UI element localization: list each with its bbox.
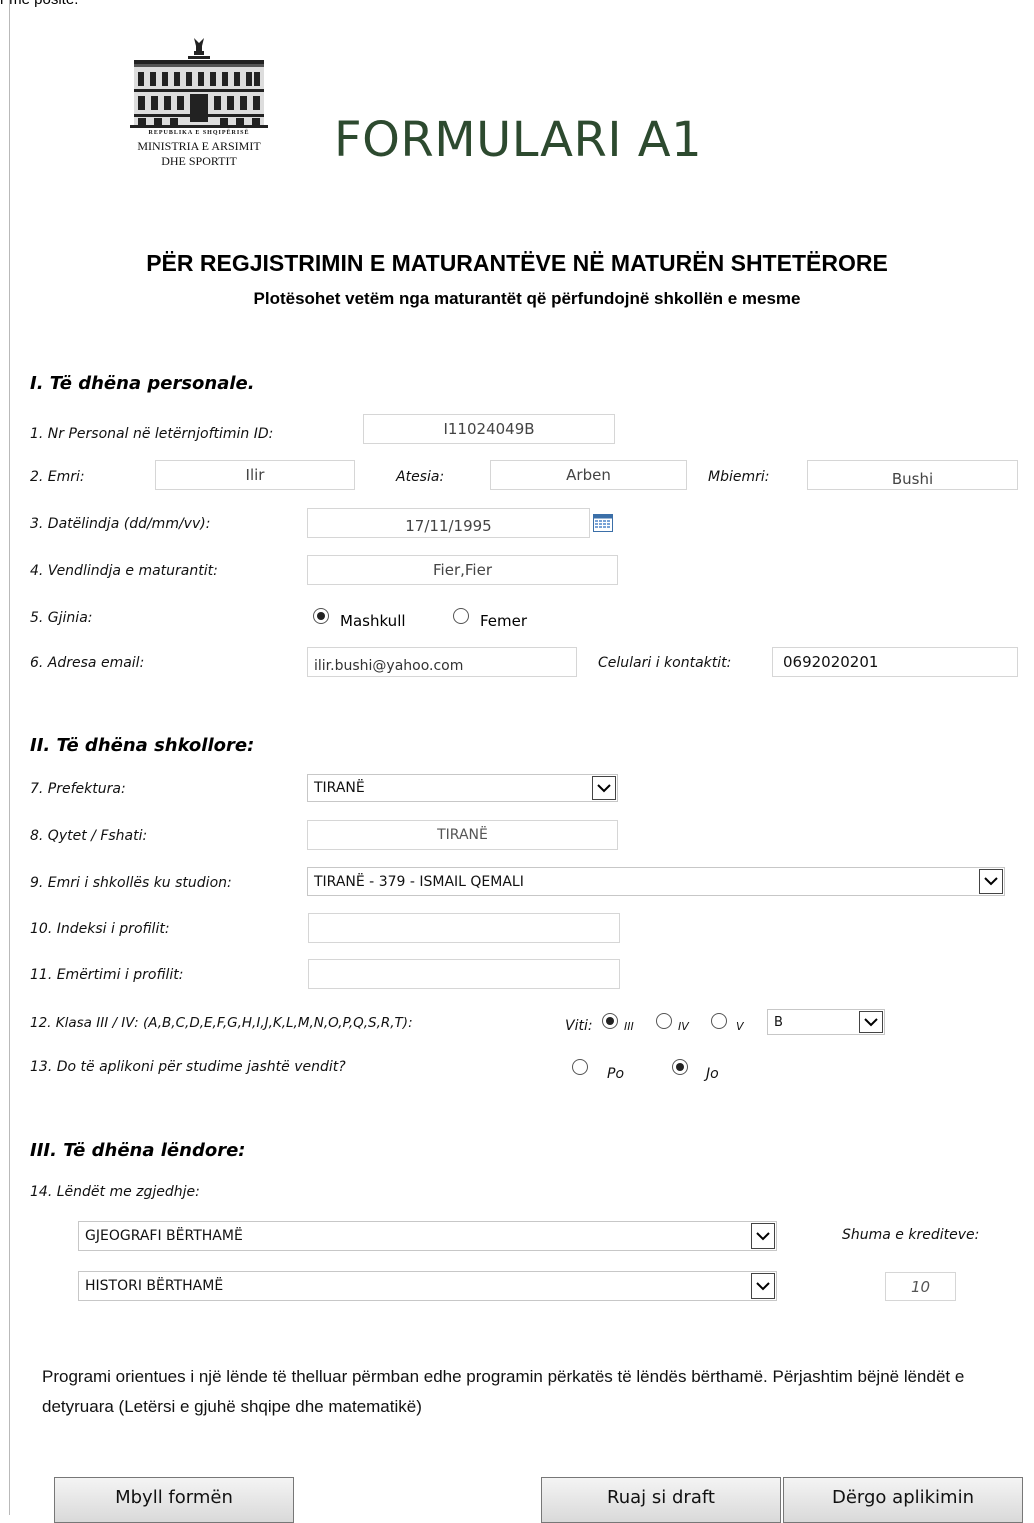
jashte-po-label: Po xyxy=(607,1066,625,1082)
send-application-button[interactable]: Dërgo aplikimin xyxy=(783,1477,1023,1523)
label-atesia: Atesia: xyxy=(396,469,445,485)
section-school-heading: II. Të dhëna shkollore: xyxy=(30,735,255,756)
form-title: FORMULARI A1 xyxy=(334,112,703,168)
label-klasa: 12. Klasa III / IV: (A,B,C,D,E,F,G,H,I,J… xyxy=(30,1015,413,1031)
indeksi-field[interactable] xyxy=(308,913,620,943)
chevron-down-icon[interactable] xyxy=(859,1011,883,1033)
chevron-down-icon[interactable] xyxy=(751,1223,775,1249)
form-heading: PËR REGJISTRIMIN E MATURANTËVE NË MATURË… xyxy=(146,250,888,276)
gjinia-mashkull-label: Mashkull xyxy=(340,612,406,630)
emri-field[interactable]: Ilir xyxy=(155,460,355,490)
chevron-down-icon[interactable] xyxy=(592,776,616,800)
prefektura-select[interactable]: TIRANË xyxy=(307,774,618,802)
nr-personal-field[interactable]: I11024049B xyxy=(363,414,615,444)
section-subjects-heading: III. Të dhëna lëndore: xyxy=(30,1140,246,1161)
save-draft-button[interactable]: Ruaj si draft xyxy=(541,1477,781,1523)
clipped-top-text: r me posite. xyxy=(0,0,78,8)
atesia-field[interactable]: Arben xyxy=(490,460,687,490)
viti-iv-radio[interactable] xyxy=(656,1013,672,1029)
chevron-down-icon[interactable] xyxy=(751,1273,775,1299)
label-nr-personal: 1. Nr Personal në letërnjoftimin ID: xyxy=(30,426,274,442)
jashte-po-radio[interactable] xyxy=(572,1059,588,1075)
page-left-border xyxy=(9,0,10,1515)
label-indeksi: 10. Indeksi i profilit: xyxy=(30,921,170,937)
klasa-value: B xyxy=(774,1014,783,1030)
logo-republic-text: REPUBLIKA E SHQIPËRISË xyxy=(148,130,250,136)
jashte-jo-label: Jo xyxy=(706,1066,719,1082)
jashte-jo-radio[interactable] xyxy=(672,1059,688,1075)
chevron-down-icon[interactable] xyxy=(979,869,1003,894)
lenda-2-value: HISTORI BËRTHAMË xyxy=(85,1278,224,1294)
lenda-1-value: GJEOGRAFI BËRTHAMË xyxy=(85,1228,243,1244)
viti-v-radio[interactable] xyxy=(711,1013,727,1029)
section-personal-heading: I. Të dhëna personale. xyxy=(30,373,255,394)
ministry-building-icon xyxy=(130,38,268,128)
label-prefektura: 7. Prefektura: xyxy=(30,781,126,797)
close-form-button[interactable]: Mbyll formën xyxy=(54,1477,294,1523)
shkolla-select[interactable]: TIRANË - 379 - ISMAIL QEMALI xyxy=(307,867,1005,896)
label-shuma: Shuma e krediteve: xyxy=(842,1227,980,1243)
prefektura-value: TIRANË xyxy=(314,780,365,796)
celulari-field[interactable]: 0692020201 xyxy=(772,647,1018,677)
label-lendet: 14. Lëndët me zgjedhje: xyxy=(30,1184,200,1200)
gjinia-femer-label: Femer xyxy=(480,612,528,630)
qytet-field[interactable]: TIRANË xyxy=(307,820,618,850)
shuma-field: 10 xyxy=(885,1272,956,1301)
logo-ministry-text: MINISTRIA E ARSIMIT xyxy=(137,139,261,153)
lenda-2-select[interactable]: HISTORI BËRTHAMË xyxy=(78,1271,777,1301)
label-celulari: Celulari i kontaktit: xyxy=(598,655,732,671)
subject-note: Programi orientues i një lënde të thellu… xyxy=(42,1367,965,1416)
viti-iii-label: III xyxy=(624,1020,634,1033)
label-viti: Viti: xyxy=(565,1018,593,1034)
viti-iv-label: IV xyxy=(678,1020,689,1033)
klasa-select[interactable]: B xyxy=(767,1009,885,1035)
email-field[interactable]: ilir.bushi@yahoo.com xyxy=(307,647,577,677)
ministry-logo: REPUBLIKA E SHQIPËRISË MINISTRIA E ARSIM… xyxy=(104,34,294,176)
label-shkolla: 9. Emri i shkollës ku studion: xyxy=(30,875,232,891)
mbiemri-field[interactable]: Bushi xyxy=(807,460,1018,490)
form-subheading: Plotësohet vetëm nga maturantët që përfu… xyxy=(253,289,801,308)
label-emri: 2. Emri: xyxy=(30,469,85,485)
shkolla-value: TIRANË - 379 - ISMAIL QEMALI xyxy=(314,873,524,890)
datelindja-field[interactable]: 17/11/1995 xyxy=(307,508,590,538)
gjinia-femer-radio[interactable] xyxy=(453,608,469,624)
label-emertimi: 11. Emërtimi i profilit: xyxy=(30,967,184,983)
label-vendlindja: 4. Vendlindja e maturantit: xyxy=(30,563,218,579)
viti-v-label: V xyxy=(736,1020,744,1033)
label-mbiemri: Mbiemri: xyxy=(708,469,770,485)
calendar-icon[interactable] xyxy=(593,514,613,532)
label-datelindja: 3. Datëlindja (dd/mm/vv): xyxy=(30,516,211,532)
label-email: 6. Adresa email: xyxy=(30,655,145,671)
emertimi-field[interactable] xyxy=(308,959,620,989)
logo-sport-text: DHE SPORTIT xyxy=(161,154,237,168)
label-qytet: 8. Qytet / Fshati: xyxy=(30,828,148,844)
label-jashte: 13. Do të aplikoni për studime jashtë ve… xyxy=(30,1059,346,1075)
vendlindja-field[interactable]: Fier,Fier xyxy=(307,555,618,585)
viti-iii-radio[interactable] xyxy=(602,1013,618,1029)
label-gjinia: 5. Gjinia: xyxy=(30,610,93,626)
lenda-1-select[interactable]: GJEOGRAFI BËRTHAMË xyxy=(78,1221,777,1251)
gjinia-mashkull-radio[interactable] xyxy=(313,608,329,624)
